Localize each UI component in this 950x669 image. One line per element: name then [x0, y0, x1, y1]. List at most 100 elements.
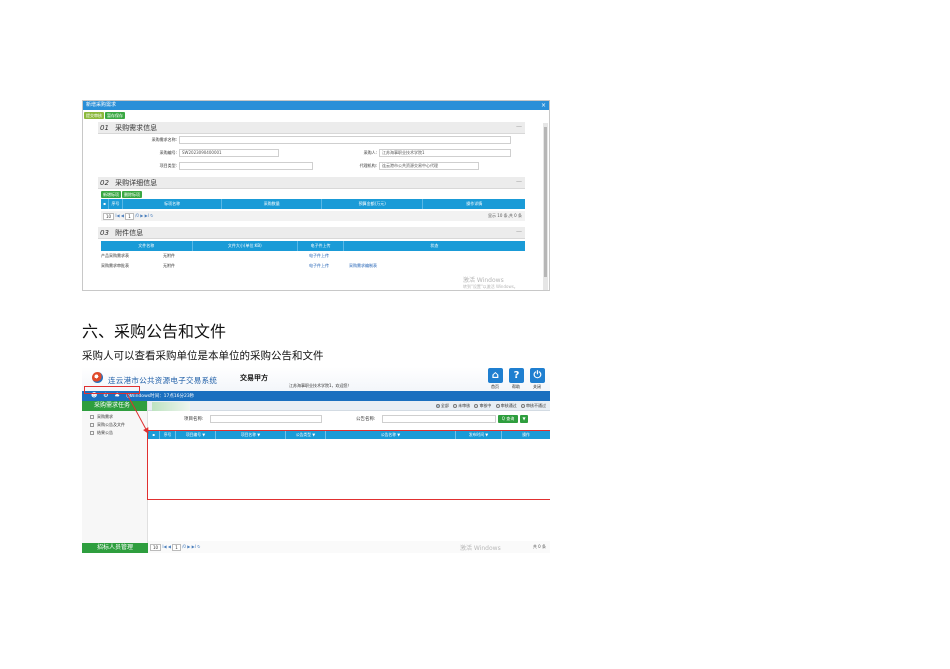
- section-title: 采购详细信息: [115, 179, 158, 187]
- purchaser-select[interactable]: 江苏海事职业技术学院1: [379, 149, 511, 157]
- page-input[interactable]: 1: [172, 543, 181, 551]
- project-name-label: 项目名称:: [184, 417, 204, 422]
- agency-label: 代理机构:: [359, 163, 377, 168]
- search-row: 项目名称: 公告名称: Q 查询 ▼: [148, 413, 550, 425]
- radio-all[interactable]: [435, 404, 440, 408]
- column-header: 操作详情: [466, 201, 483, 206]
- window-titlebar: 新增采购需求 ×: [83, 101, 549, 110]
- vertical-scrollbar[interactable]: [543, 123, 548, 290]
- collapse-icon[interactable]: —: [516, 176, 522, 188]
- windows-watermark: 激活 Windows 转到"设置"以激活 Windows。: [463, 275, 518, 290]
- notice-name-label: 公告名称:: [356, 417, 376, 422]
- grid-toolbar: 新增标项 删除标项: [101, 191, 549, 198]
- section-heading: 六、采购公告和文件: [82, 322, 227, 341]
- radio-unreviewed[interactable]: [453, 404, 458, 408]
- collapse-icon[interactable]: —: [516, 226, 522, 238]
- demand-code-label: 采购编号:: [159, 150, 177, 155]
- project-type-select[interactable]: [179, 162, 313, 170]
- highlight-sidebar-item: [84, 386, 140, 394]
- attachment-header: 文件名称 文件大小(单位:KB) 电子件上传 状态: [101, 241, 525, 251]
- section-header-attachments: 03 附件信息 —: [98, 227, 525, 239]
- project-name-input[interactable]: [210, 415, 322, 423]
- agency-select[interactable]: 连云港市公共资源交易中心代理: [379, 162, 479, 170]
- close-icon[interactable]: ×: [541, 101, 546, 110]
- scrollbar-thumb[interactable]: [544, 127, 547, 277]
- collapse-icon[interactable]: —: [516, 121, 522, 133]
- page-size-select[interactable]: 10: [103, 212, 115, 220]
- attachment-size: 无附件: [163, 253, 175, 258]
- home-label: 首页: [491, 384, 499, 389]
- form-row: 项目类型: 代理机构: 连云港市公共资源交易中心代理: [83, 160, 549, 173]
- attachment-row: 采购需求审批表 无附件 电子件上传 采购需求编制表: [101, 261, 525, 271]
- page-size-select[interactable]: 10: [150, 543, 162, 551]
- next-page-icon[interactable]: ▶ ▶I ↻: [140, 213, 153, 218]
- page-total: /0: [135, 213, 139, 218]
- power-icon[interactable]: ⏻: [530, 368, 545, 383]
- next-page-icon[interactable]: ▶ ▶I ↻: [187, 544, 200, 549]
- windows-watermark: 激活 Windows: [460, 545, 501, 552]
- attachment-name: 采购需求审批表: [101, 263, 129, 268]
- chevron-down-icon[interactable]: ▼: [520, 415, 528, 423]
- section-title: 附件信息: [115, 229, 144, 237]
- form-row: 采购需求名称:: [83, 134, 549, 147]
- attachment-size: 无附件: [163, 263, 175, 268]
- radio-label: 审核中: [479, 403, 492, 408]
- upload-link[interactable]: 电子件上传: [309, 251, 349, 261]
- pager-info: 共 0 条: [532, 544, 546, 549]
- column-header: 采购数量: [222, 199, 322, 209]
- home-icon[interactable]: ⌂: [488, 368, 503, 383]
- first-page-icon[interactable]: I◀ ◀: [162, 544, 172, 549]
- folder-icon: [90, 415, 94, 419]
- page-input[interactable]: 1: [125, 212, 134, 220]
- grid-header: ▪ 序号 标项名称 采购数量 预算金额(万元) 操作详情: [101, 199, 525, 209]
- sidebar-footer-button[interactable]: 招标人员管理: [82, 543, 148, 553]
- radio-rejected[interactable]: [521, 404, 525, 408]
- section-header-demand-info: 01 采购需求信息 —: [98, 122, 525, 134]
- main-content: 全部 未审核 审核中 审核通过 审核不通过 项目名称: 公告名称: Q 查询 ▼…: [147, 401, 550, 553]
- column-header: 电子件上传: [298, 241, 344, 251]
- column-header: 状态: [430, 243, 439, 248]
- select-all-checkbox[interactable]: ▪: [101, 199, 109, 209]
- delete-item-button[interactable]: 删除标项: [122, 191, 142, 198]
- highlight-box: [147, 430, 550, 500]
- add-item-button[interactable]: 新增标项: [101, 191, 121, 198]
- status-bar: ☻ ⚙ ♣ ◎ Windows时间：17点16分23秒: [82, 391, 550, 401]
- sidebar-item-demand[interactable]: 采购需求: [82, 413, 147, 421]
- screenshot-purchase-demand: 新增采购需求 × 提交审核 暂存保存 01 采购需求信息 — 采购需求名称: 采…: [82, 100, 550, 291]
- help-label: 帮助: [512, 384, 520, 389]
- help-icon[interactable]: ?: [509, 368, 524, 383]
- section-paragraph: 采购人可以查看采购单位是本单位的采购公告和文件: [82, 350, 324, 362]
- attachment-status[interactable]: 采购需求编制表: [349, 261, 449, 271]
- welcome-text: 江苏海事职业技术学院1，欢迎您！: [289, 383, 352, 388]
- section-number: 03: [100, 229, 109, 237]
- section-number: 01: [100, 124, 109, 132]
- radio-approved[interactable]: [495, 404, 500, 408]
- folder-icon: [90, 423, 94, 427]
- purchaser-label: 采购人:: [363, 150, 377, 155]
- demand-name-label: 采购需求名称:: [151, 137, 177, 142]
- upload-link[interactable]: 电子件上传: [309, 261, 349, 271]
- sidebar-item-announcement[interactable]: 采购公告及文件: [82, 421, 147, 429]
- demand-code-input[interactable]: SW2023090400001: [179, 149, 279, 157]
- radio-reviewing[interactable]: [474, 404, 479, 408]
- column-header: 序号: [109, 199, 123, 209]
- notice-name-input[interactable]: [382, 415, 496, 423]
- demand-name-input[interactable]: [179, 136, 511, 144]
- watermark-subtitle: 转到"设置"以激活 Windows。: [463, 284, 518, 289]
- radio-label: 全部: [440, 403, 449, 408]
- screenshot-announcement-list: 连云港市公共资源电子交易系统 交易甲方 江苏海事职业技术学院1，欢迎您！ ⌂ 首…: [82, 367, 550, 553]
- sidebar-item-label: 采购需求: [97, 414, 113, 419]
- sidebar-item-result[interactable]: 结果公告: [82, 429, 147, 437]
- pager-info: 显示 10 条,共 0 条: [488, 213, 522, 218]
- sidebar: 采购需求任务 采购需求 采购公告及文件 结果公告 招标人员管理: [82, 401, 148, 553]
- sidebar-item-label: 采购公告及文件: [97, 422, 125, 427]
- app-header: 连云港市公共资源电子交易系统 交易甲方 江苏海事职业技术学院1，欢迎您！ ⌂ 首…: [82, 367, 550, 391]
- save-button[interactable]: 暂存保存: [105, 112, 125, 119]
- search-button[interactable]: Q 查询: [498, 415, 518, 423]
- tab-active[interactable]: [152, 402, 190, 411]
- pager: 10 I◀ ◀ 1 /0 ▶ ▶I ↻ 显示 10 条,共 0 条: [101, 211, 525, 221]
- watermark-title: 激活 Windows: [463, 277, 504, 284]
- submit-button[interactable]: 提交审核: [84, 112, 104, 119]
- section-header-details: 02 采购详细信息 —: [98, 177, 525, 189]
- first-page-icon[interactable]: I◀ ◀: [115, 213, 125, 218]
